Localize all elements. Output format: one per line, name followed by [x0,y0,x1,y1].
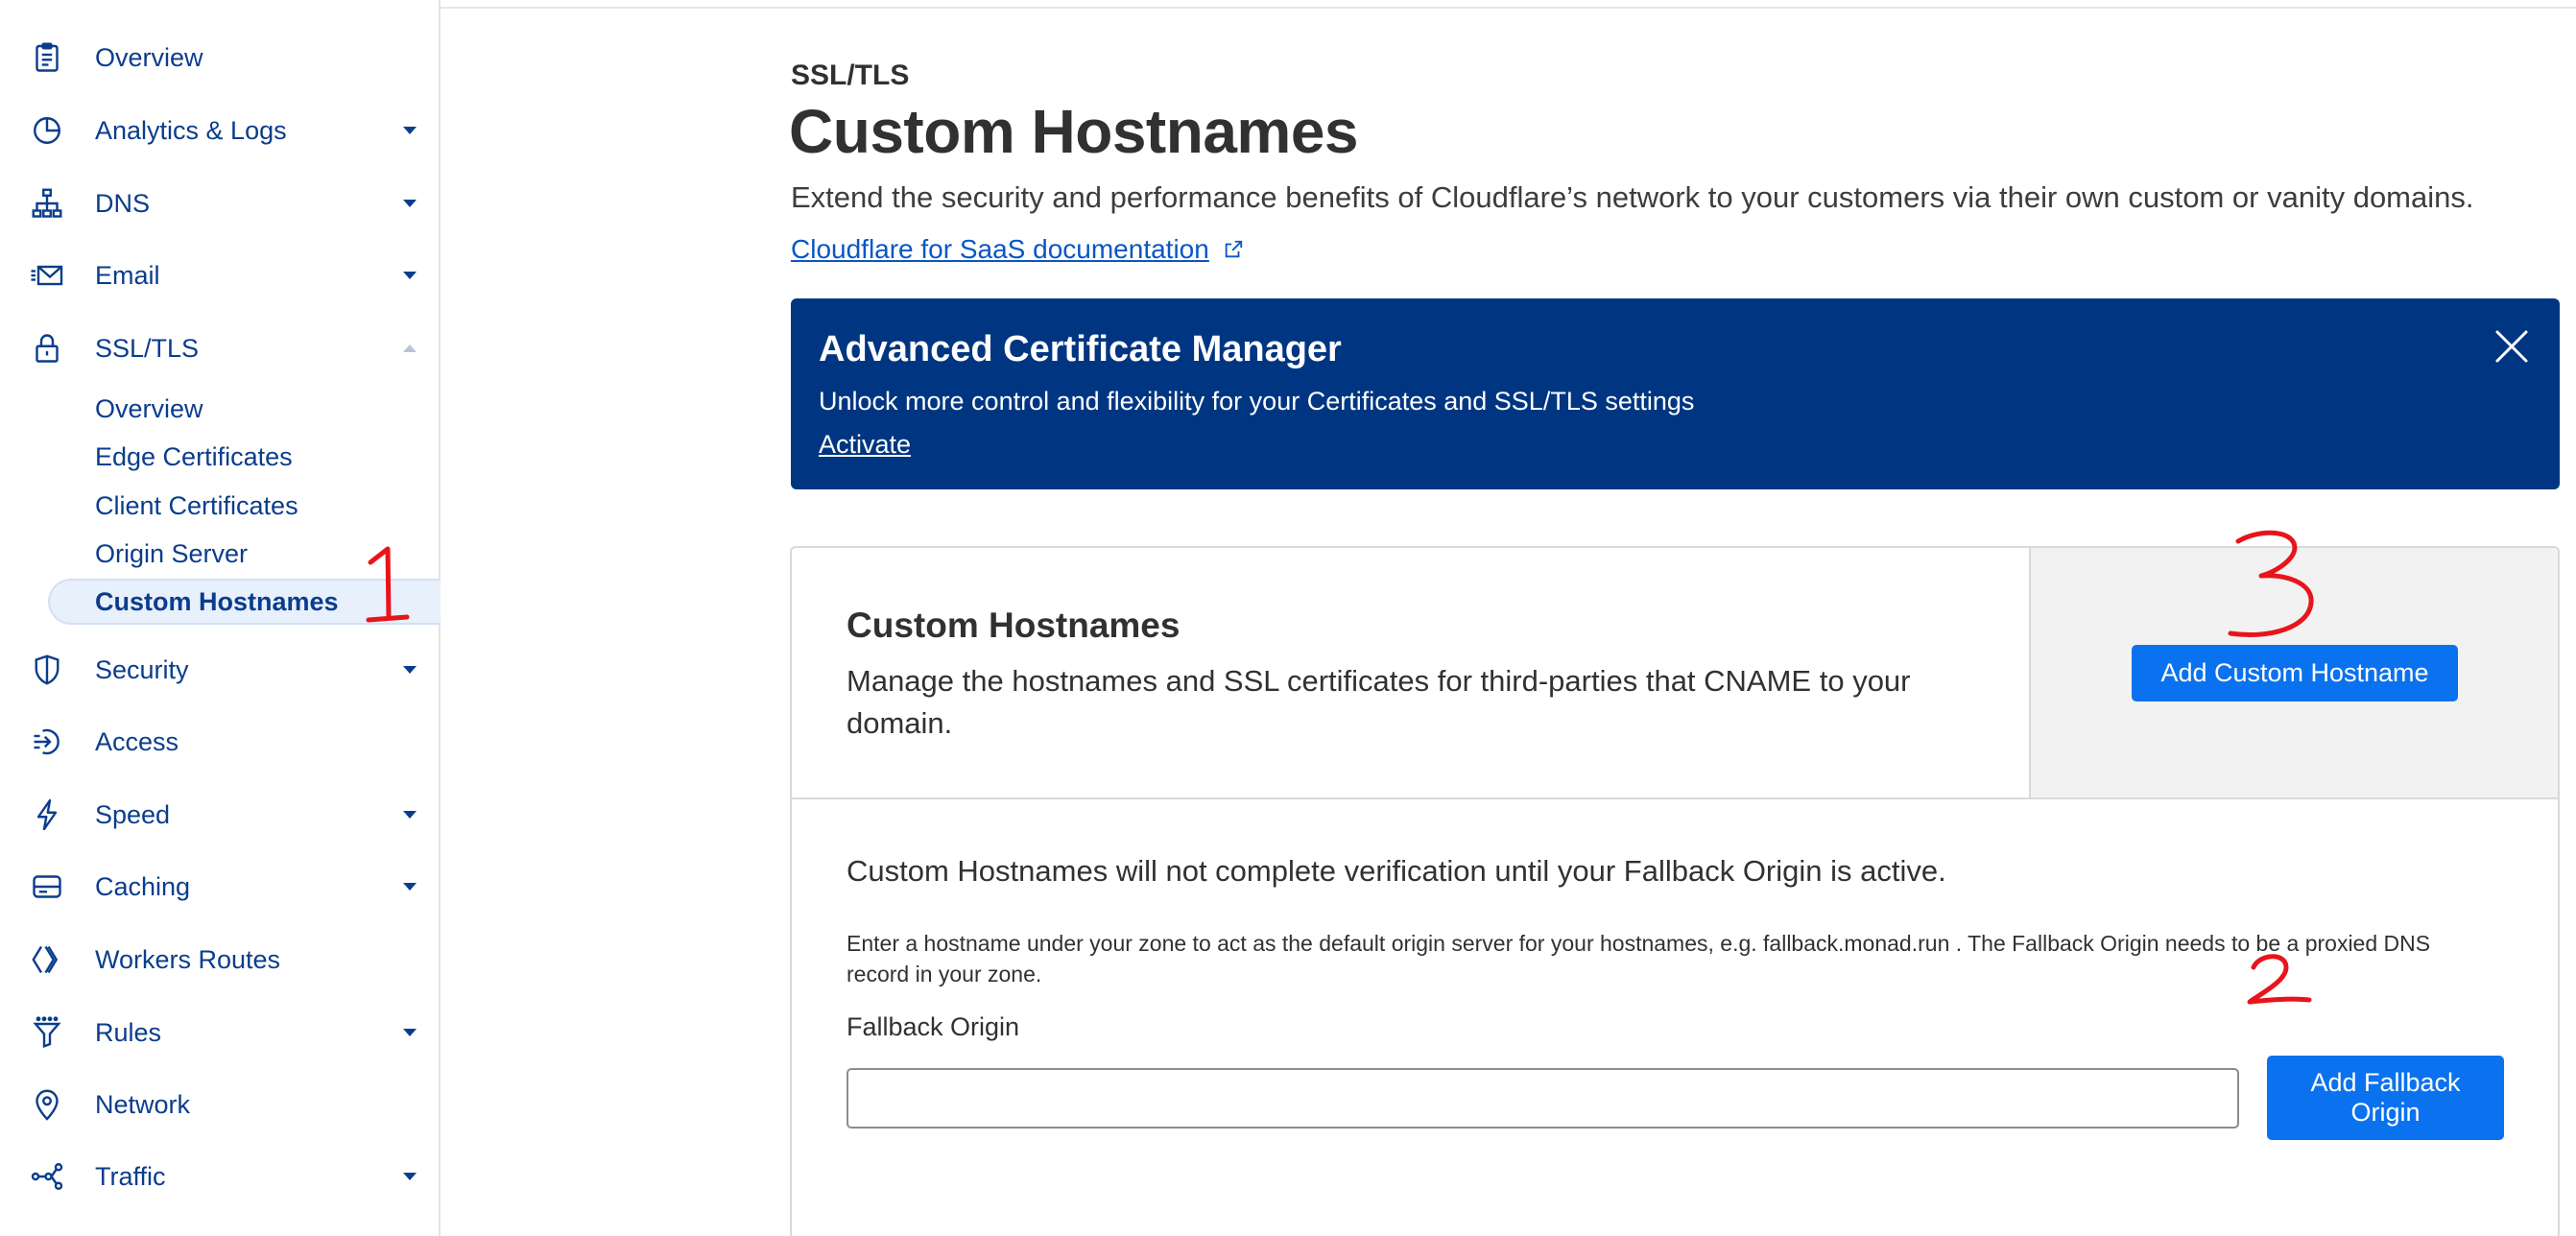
sidebar-item-security[interactable]: Security [0,641,441,699]
access-arrow-icon [29,724,65,760]
storage-icon [29,868,65,905]
annotation-mark [2244,950,2313,1014]
subnav-item-label: Client Certificates [95,490,298,520]
fallback-origin-label: Fallback Origin [847,1012,1020,1041]
lightning-icon [29,796,65,833]
sidebar-item-email[interactable]: Email [0,247,441,304]
subnav-item-label: Overview [95,393,203,423]
page-title: Custom Hostnames [789,97,1359,166]
card-description: Manage the hostnames and SSL certificate… [847,664,1911,740]
subnav-item-label: Origin Server [95,538,249,568]
sidebar-item-label: Email [95,260,160,290]
banner-title: Advanced Certificate Manager [819,329,1342,369]
subnav-item-client-certificates[interactable]: Client Certificates [48,484,441,528]
shield-icon [29,652,65,688]
sidebar-item-label: Network [95,1089,191,1119]
sidebar-item-speed[interactable]: Speed [0,786,441,844]
clipboard-icon [29,39,65,76]
acm-banner: Advanced Certificate Manager Unlock more… [791,298,2560,489]
chevron-down-icon[interactable] [401,806,418,823]
chevron-down-icon[interactable] [401,878,418,895]
sidebar-item-label: Analytics & Logs [95,115,287,145]
page-description: Extend the security and performance bene… [791,180,2474,214]
envelope-icon [29,257,65,294]
fallback-origin-input[interactable] [847,1068,2239,1129]
sidebar-item-label: Traffic [95,1161,166,1191]
fallback-warning: Custom Hostnames will not complete verif… [847,854,1946,888]
chevron-down-icon[interactable] [401,122,418,139]
chevron-up-icon[interactable] [401,340,418,357]
page-root: Overview Analytics & Logs DNS Email SSL/… [0,0,2576,1236]
top-divider [441,7,2576,9]
sidebar-item-workers-routes[interactable]: Workers Routes [0,931,441,988]
sidebar-item-network[interactable]: Network [0,1076,441,1133]
sidebar-item-access[interactable]: Access [0,713,441,771]
sidebar-item-label: DNS [95,188,151,218]
activate-link[interactable]: Activate [819,430,911,460]
sidebar-item-dns[interactable]: DNS [0,175,441,232]
add-custom-hostname-button[interactable]: Add Custom Hostname [2132,645,2458,701]
documentation-link[interactable]: Cloudflare for SaaS documentation [791,234,1244,265]
sidebar-item-caching[interactable]: Caching [0,858,441,915]
pie-chart-icon [29,112,65,149]
custom-hostnames-card: Custom Hostnames Manage the hostnames an… [790,546,2560,1236]
sidebar-item-ssl-tls[interactable]: SSL/TLS [0,320,441,377]
annotation-mark [363,545,411,629]
sidebar-item-analytics[interactable]: Analytics & Logs [0,102,441,159]
subnav-item-label: Custom Hostnames [95,586,339,616]
annotation-mark [2225,528,2321,646]
close-icon[interactable] [2493,327,2531,366]
sidebar-item-label: SSL/TLS [95,333,200,363]
sidebar-item-label: Workers Routes [95,944,281,974]
traffic-share-icon [29,1158,65,1195]
chevron-down-icon[interactable] [401,195,418,212]
section-label: SSL/TLS [791,59,910,91]
sidebar-item-label: Security [95,654,189,684]
card-title: Custom Hostnames [847,606,1181,645]
network-tree-icon [29,185,65,222]
location-pin-icon [29,1086,65,1123]
chevron-down-icon[interactable] [401,1168,418,1185]
subnav-item-overview[interactable]: Overview [48,387,441,431]
workers-icon [29,941,65,978]
sidebar-item-label: Overview [95,42,203,72]
funnel-icon [29,1014,65,1051]
subnav-item-edge-certificates[interactable]: Edge Certificates [48,435,441,479]
chevron-down-icon[interactable] [401,1024,418,1041]
sidebar-item-overview[interactable]: Overview [0,29,441,86]
lock-icon [29,330,65,367]
banner-text: Unlock more control and flexibility for … [819,387,1695,416]
documentation-link-label: Cloudflare for SaaS documentation [791,234,1209,264]
chevron-down-icon[interactable] [401,267,418,284]
sidebar-item-rules[interactable]: Rules [0,1004,441,1061]
sidebar-item-traffic[interactable]: Traffic [0,1148,441,1205]
sidebar-item-label: Speed [95,799,171,829]
sidebar-item-label: Access [95,726,179,756]
chevron-down-icon[interactable] [401,661,418,678]
add-fallback-origin-button[interactable]: Add Fallback Origin [2267,1056,2504,1140]
fallback-help-text: Enter a hostname under your zone to act … [847,931,2431,986]
sidebar-item-label: Caching [95,871,191,901]
external-link-icon [1225,240,1242,258]
sidebar-item-label: Rules [95,1017,162,1047]
subnav-item-label: Edge Certificates [95,441,293,471]
